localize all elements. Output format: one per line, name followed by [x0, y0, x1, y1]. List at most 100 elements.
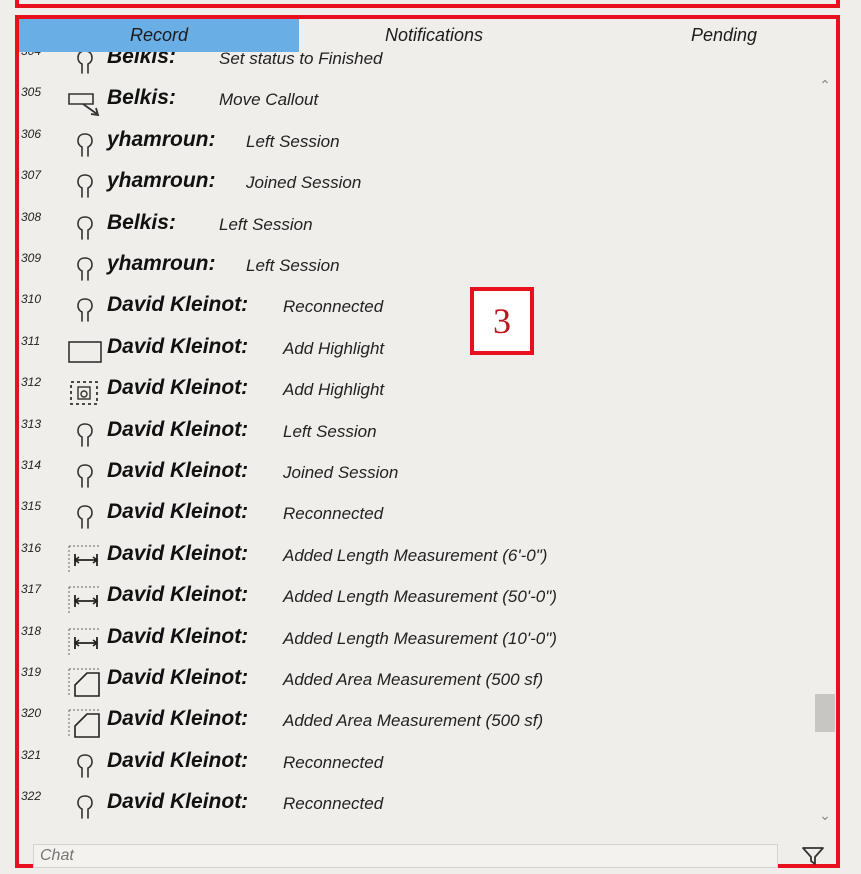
- tab-notifications[interactable]: Notifications: [349, 19, 519, 52]
- list-item[interactable]: 318 David Kleinot: Added Length Measuremen…: [19, 620, 814, 660]
- record-message: Added Area Measurement (500 sf): [283, 670, 544, 689]
- rectangle-highlight-icon: [67, 336, 103, 368]
- top-strip: [15, 0, 840, 8]
- record-list: 304 Belkis: Set status to Finished 305 Belki…: [19, 52, 814, 832]
- scroll-thumb[interactable]: [815, 694, 835, 732]
- record-user: yhamroun:: [107, 127, 216, 151]
- list-item[interactable]: 310 David Kleinot: Reconnected: [19, 288, 814, 328]
- filter-icon[interactable]: [800, 845, 826, 867]
- record-message: Reconnected: [283, 297, 384, 317]
- list-item[interactable]: 307 yhamroun: Joined Session: [19, 164, 814, 204]
- record-message: Added Length Measurement (50'-0"): [283, 587, 557, 607]
- person-icon: [67, 419, 103, 451]
- record-message: Left Session: [246, 256, 340, 275]
- record-message: Add Highlight: [283, 338, 385, 358]
- list-item[interactable]: 308 Belkis: Left Session: [19, 206, 814, 246]
- record-number: 316: [21, 540, 42, 555]
- person-icon: [67, 129, 103, 161]
- record-number: 310: [21, 292, 42, 307]
- record-user: David Kleinot:: [107, 666, 249, 689]
- record-user: David Kleinot:: [107, 417, 249, 441]
- record-message: Left Session: [219, 214, 313, 234]
- dashed-highlight-icon: [67, 377, 103, 409]
- record-number: 308: [21, 209, 42, 224]
- record-number: 311: [21, 333, 41, 348]
- list-item[interactable]: 316 David Kleinot: Added Length Measuremen…: [19, 537, 814, 577]
- scroll-up-icon[interactable]: ⌃: [814, 74, 836, 96]
- record-user: David Kleinot:: [107, 624, 249, 648]
- person-icon: [67, 253, 103, 285]
- record-number: 306: [21, 126, 42, 141]
- record-number: 320: [21, 706, 42, 721]
- record-number: 321: [21, 747, 42, 762]
- callout-arrow-icon: [67, 87, 103, 119]
- record-number: 314: [21, 458, 42, 472]
- scrollbar[interactable]: ⌃ ⌄: [814, 52, 836, 832]
- record-message: Reconnected: [283, 504, 384, 524]
- tab-bar: Record Notifications Pending: [19, 19, 836, 52]
- record-message: Added Length Measurement (10'-0"): [283, 628, 557, 648]
- record-message: Added Area Measurement (500 sf): [283, 711, 544, 731]
- list-item[interactable]: 319 David Kleinot: Added Area Measurement …: [19, 661, 814, 701]
- record-user: Belkis:: [107, 52, 176, 68]
- record-message: Set status to Finished: [219, 52, 383, 68]
- person-icon: [67, 52, 103, 78]
- area-measure-icon: [67, 708, 103, 740]
- record-user: David Kleinot:: [107, 459, 249, 482]
- record-number: 317: [21, 582, 42, 597]
- record-number: 309: [21, 251, 42, 265]
- record-number: 312: [21, 375, 42, 390]
- record-user: David Kleinot:: [107, 748, 249, 772]
- length-measure-icon: [67, 543, 103, 575]
- record-user: yhamroun:: [107, 169, 216, 193]
- record-number: 313: [21, 416, 42, 431]
- length-measure-icon: [67, 626, 103, 658]
- list-item[interactable]: 312 David Kleinot: Add Highlight: [19, 371, 814, 411]
- scroll-down-icon[interactable]: ⌄: [814, 804, 836, 826]
- record-user: David Kleinot:: [107, 293, 249, 317]
- annotation-badge: 3: [470, 287, 534, 355]
- tab-pending[interactable]: Pending: [639, 19, 809, 52]
- list-item[interactable]: 314 David Kleinot: Joined Session: [19, 454, 814, 494]
- tab-record[interactable]: Record: [19, 19, 299, 52]
- record-number: 322: [21, 789, 42, 804]
- person-icon: [67, 212, 103, 244]
- record-number: 315: [21, 499, 42, 514]
- record-user: David Kleinot:: [107, 707, 249, 731]
- record-number: 307: [21, 168, 42, 183]
- record-message: Move Callout: [219, 90, 319, 110]
- record-number: 304: [21, 52, 41, 58]
- person-icon: [67, 460, 103, 492]
- list-item[interactable]: 311 David Kleinot: Add Highlight: [19, 330, 814, 370]
- list-item[interactable]: 313 David Kleinot: Left Session: [19, 413, 814, 453]
- record-message: Added Length Measurement (6'-0"): [283, 545, 548, 565]
- record-message: Left Session: [246, 131, 340, 151]
- record-message: Reconnected: [283, 752, 384, 772]
- list-item[interactable]: 305 Belkis: Move Callout: [19, 81, 814, 121]
- record-user: David Kleinot:: [107, 334, 249, 358]
- list-item[interactable]: 322 David Kleinot: Reconnected: [19, 785, 814, 825]
- record-message: Joined Session: [283, 463, 399, 482]
- record-number: 319: [21, 665, 42, 679]
- list-item[interactable]: 317 David Kleinot: Added Length Measuremen…: [19, 578, 814, 618]
- record-message: Reconnected: [283, 794, 384, 814]
- record-number: 305: [21, 85, 42, 100]
- list-item[interactable]: 304 Belkis: Set status to Finished: [19, 52, 814, 80]
- person-icon: [67, 791, 103, 823]
- record-message: Left Session: [283, 421, 377, 441]
- list-item[interactable]: 321 David Kleinot: Reconnected: [19, 744, 814, 784]
- chat-input[interactable]: [33, 844, 778, 868]
- list-item[interactable]: 320 David Kleinot: Added Area Measurement …: [19, 702, 814, 742]
- area-measure-icon: [67, 667, 103, 699]
- person-icon: [67, 170, 103, 202]
- record-user: David Kleinot:: [107, 583, 249, 607]
- list-item[interactable]: 306 yhamroun: Left Session: [19, 123, 814, 163]
- record-user: David Kleinot:: [107, 541, 249, 565]
- list-item[interactable]: 315 David Kleinot: Reconnected: [19, 495, 814, 535]
- length-measure-icon: [67, 584, 103, 616]
- record-user: David Kleinot:: [107, 500, 249, 524]
- record-user: yhamroun:: [107, 252, 216, 275]
- record-message: Joined Session: [246, 173, 362, 193]
- person-icon: [67, 750, 103, 782]
- list-item[interactable]: 309 yhamroun: Left Session: [19, 247, 814, 287]
